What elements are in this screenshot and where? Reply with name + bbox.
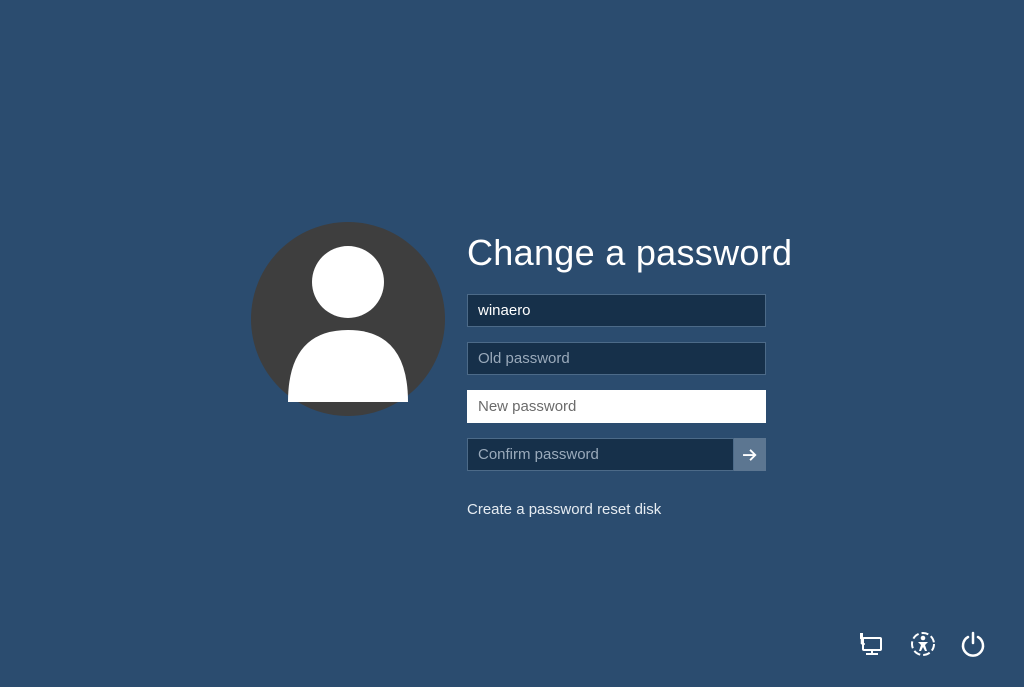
ease-of-access-icon <box>910 631 936 657</box>
ease-of-access-button[interactable] <box>910 631 936 657</box>
new-password-input[interactable] <box>467 390 766 423</box>
old-password-input[interactable] <box>467 342 766 375</box>
username-input[interactable] <box>467 294 766 327</box>
password-reset-disk-link[interactable]: Create a password reset disk <box>467 501 661 518</box>
network-icon <box>860 631 886 657</box>
page-title: Change a password <box>467 232 792 274</box>
power-icon <box>960 631 986 657</box>
person-icon <box>273 237 423 402</box>
power-button[interactable] <box>960 631 986 657</box>
arrow-right-icon <box>741 446 759 464</box>
confirm-password-input[interactable] <box>467 438 734 471</box>
network-button[interactable] <box>860 631 886 657</box>
submit-button[interactable] <box>734 438 766 471</box>
user-avatar <box>251 222 445 416</box>
